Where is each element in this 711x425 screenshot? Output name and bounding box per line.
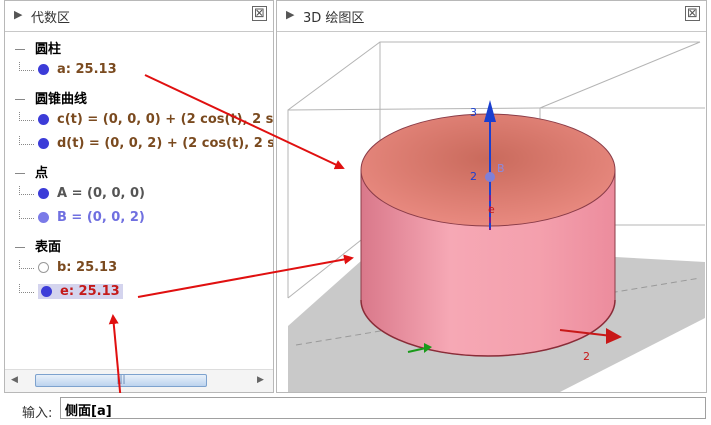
z-tick-2: 2 xyxy=(470,170,477,183)
x-tick-2: 2 xyxy=(583,350,590,363)
scene-overlay: 3 2 B e 2 xyxy=(108,41,705,414)
point-b-label: B xyxy=(497,162,505,175)
input-bar: 输入: 侧面[a] xyxy=(0,393,711,425)
input-label: 输入: xyxy=(22,406,53,421)
surface-e-label: e xyxy=(488,203,495,216)
point-b[interactable] xyxy=(485,172,495,182)
z-tick-3: 3 xyxy=(470,106,477,119)
command-input[interactable]: 侧面[a] xyxy=(60,397,706,419)
cylinder-surface[interactable] xyxy=(360,113,616,357)
